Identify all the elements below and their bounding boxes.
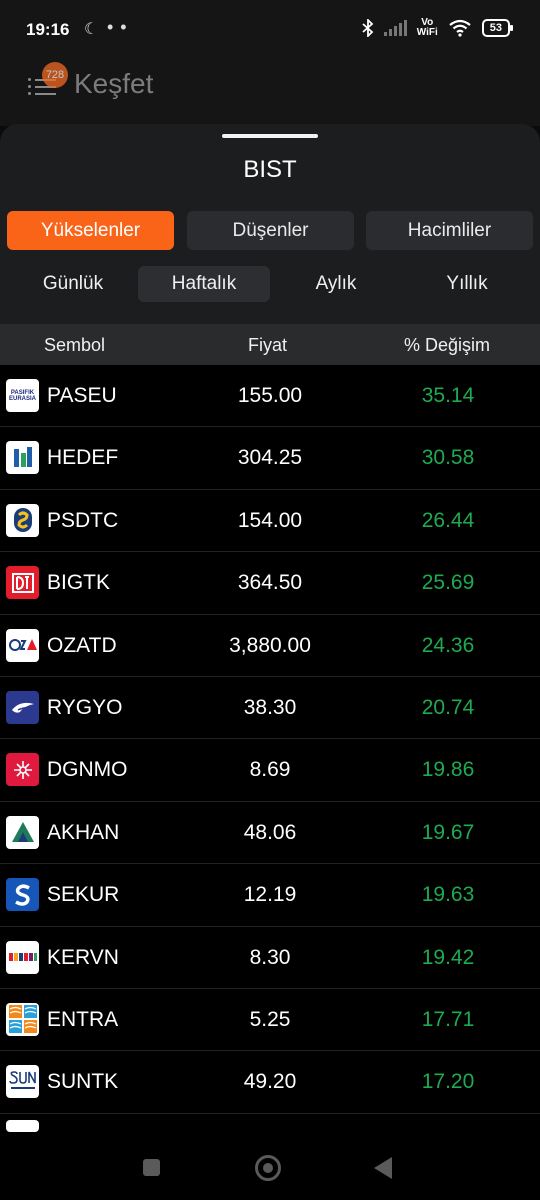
row-symbol: DGNMO — [47, 758, 128, 782]
status-icons: Vo WiFi 53 — [362, 18, 514, 38]
table-row[interactable]: HEDEF 304.25 30.58 — [0, 427, 540, 490]
row-price: 8.69 — [249, 758, 291, 782]
table-row[interactable]: BIGTK 364.50 25.69 — [0, 552, 540, 615]
row-change: 17.71 — [421, 1007, 475, 1031]
psdtc-logo-icon — [6, 503, 39, 537]
rygyo-logo-icon — [6, 690, 39, 724]
home-icon[interactable] — [255, 1155, 281, 1181]
table-header: Sembol Fiyat % Değişim — [0, 324, 540, 365]
row-symbol: HEDEF — [47, 446, 119, 470]
wifi-icon — [449, 19, 471, 37]
row-change: 24.36 — [421, 633, 475, 657]
row-change: 19.63 — [421, 883, 475, 907]
notification-badge: 728 — [42, 62, 68, 88]
row-change: 17.20 — [421, 1070, 475, 1094]
tab-gunluk[interactable]: Günlük — [7, 266, 139, 302]
battery-icon: 53 — [481, 19, 514, 37]
table-row[interactable]: KERVN 8.30 19.42 — [0, 927, 540, 989]
paseu-logo-icon: PASIFIK EURASIA — [6, 379, 39, 412]
back-icon[interactable] — [374, 1157, 392, 1179]
status-bar: 19:16 ☾ • • Vo WiFi 53 — [0, 0, 540, 48]
akhan-logo-icon — [6, 815, 39, 849]
row-price: 364.50 — [237, 571, 303, 595]
table-row[interactable]: DGNMO 8.69 19.86 — [0, 739, 540, 802]
tab-dusenler[interactable]: Düşenler — [187, 211, 354, 250]
kervn-logo-icon — [6, 940, 39, 974]
vowifi-icon: Vo WiFi — [417, 18, 438, 38]
stock-list: PASIFIK EURASIA PASEU 155.00 35.14 HEDEF … — [0, 365, 540, 1135]
row-symbol: SUNTK — [47, 1070, 119, 1094]
row-change: 19.42 — [421, 945, 475, 969]
signal-icon — [383, 20, 407, 36]
sekur-logo-icon — [6, 878, 39, 912]
table-row[interactable]: ENTRA 5.25 17.71 — [0, 989, 540, 1052]
row-symbol: PSDTC — [47, 508, 119, 532]
table-row[interactable]: PASIFIK EURASIA PASEU 155.00 35.14 — [0, 365, 540, 428]
row-price: 155.00 — [237, 384, 303, 407]
table-row[interactable]: SEKUR 12.19 19.63 — [0, 864, 540, 927]
column-header-symbol[interactable]: Sembol — [44, 335, 105, 356]
vowifi-bottom: WiFi — [416, 27, 438, 38]
tab-yillik[interactable]: Yıllık — [401, 266, 533, 302]
bist-bottom-sheet: BIST Yükselenler Düşenler Hacimliler Gün… — [0, 124, 540, 1135]
row-price: 154.00 — [237, 508, 303, 532]
table-row[interactable]: AKHAN 48.06 19.67 — [0, 802, 540, 865]
partial-logo-icon — [6, 1119, 39, 1132]
row-change: 19.86 — [421, 758, 475, 782]
table-row[interactable]: PSDTC 154.00 26.44 — [0, 490, 540, 553]
table-row-partial[interactable] — [0, 1114, 540, 1135]
tab-yukselenler[interactable]: Yükselenler — [7, 211, 174, 250]
table-row[interactable]: OZATD 3,880.00 24.36 — [0, 615, 540, 677]
notification-dots: • • — [107, 17, 128, 37]
row-price: 5.25 — [249, 1007, 291, 1031]
row-price: 304.25 — [237, 446, 303, 470]
ozatd-logo-icon — [6, 628, 39, 662]
row-price: 3,880.00 — [229, 633, 311, 657]
moon-icon: ☾ — [84, 21, 99, 38]
row-change: 35.14 — [421, 384, 475, 407]
dgnmo-logo-icon — [6, 753, 39, 787]
row-symbol: RYGYO — [47, 695, 123, 719]
tab-haftalik[interactable]: Haftalık — [138, 266, 270, 302]
status-time: 19:16 — [26, 20, 70, 39]
row-price: 8.30 — [249, 945, 291, 969]
hedef-logo-icon — [6, 441, 39, 475]
row-change: 26.44 — [421, 508, 475, 532]
sheet-title: BIST — [243, 156, 297, 183]
row-price: 38.30 — [243, 695, 297, 719]
suntk-logo-icon — [6, 1065, 39, 1099]
page-title: Keşfet — [74, 68, 154, 99]
row-change: 25.69 — [421, 571, 475, 595]
tab-hacimliler[interactable]: Hacimliler — [366, 211, 533, 250]
row-change: 30.58 — [421, 446, 475, 470]
row-symbol: PASEU — [47, 384, 117, 407]
row-price: 12.19 — [243, 883, 297, 907]
column-header-change[interactable]: % Değişim — [404, 335, 490, 356]
row-symbol: BIGTK — [47, 571, 111, 595]
recents-icon[interactable] — [143, 1159, 160, 1176]
row-symbol: OZATD — [47, 633, 117, 657]
tab-aylik[interactable]: Aylık — [270, 266, 402, 302]
row-price: 48.06 — [243, 820, 297, 844]
row-change: 20.74 — [421, 695, 475, 719]
column-header-price[interactable]: Fiyat — [248, 335, 287, 356]
row-symbol: SEKUR — [47, 883, 120, 907]
row-symbol: KERVN — [47, 945, 119, 969]
row-symbol: ENTRA — [47, 1007, 119, 1031]
system-nav-bar — [0, 1135, 540, 1200]
row-symbol: AKHAN — [47, 820, 120, 844]
row-price: 49.20 — [243, 1070, 297, 1094]
bluetooth-icon — [362, 19, 374, 37]
table-row[interactable]: SUNTK 49.20 17.20 — [0, 1051, 540, 1114]
sheet-drag-handle[interactable] — [222, 134, 318, 138]
bigtk-logo-icon — [6, 566, 39, 600]
entra-logo-icon — [6, 1002, 39, 1036]
row-change: 19.67 — [421, 820, 475, 844]
table-row[interactable]: RYGYO 38.30 20.74 — [0, 677, 540, 740]
